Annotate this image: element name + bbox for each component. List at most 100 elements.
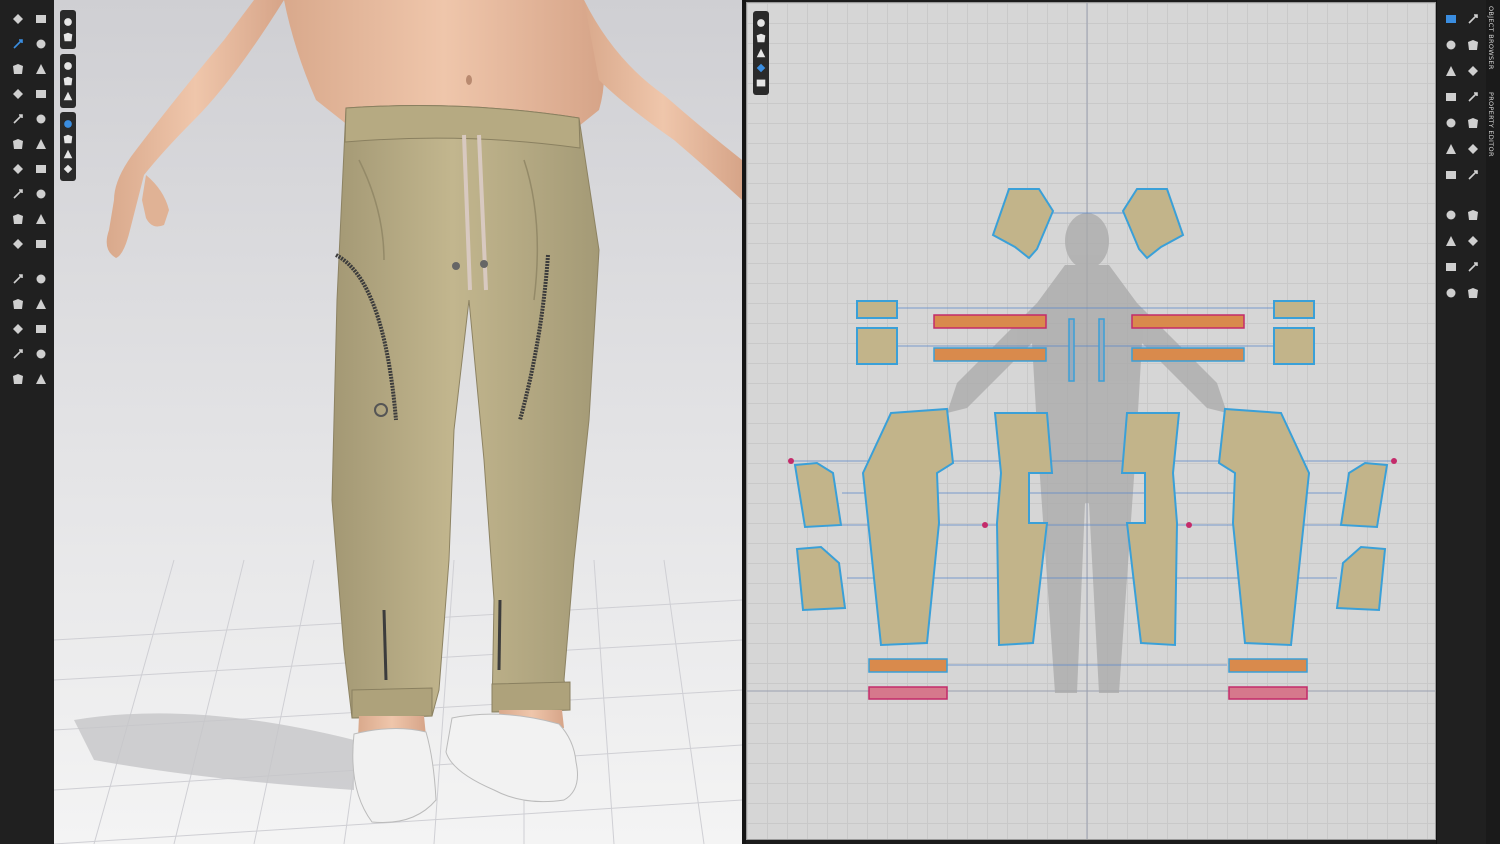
cuff-strip-4 [1228, 686, 1308, 700]
pattern-piece-back-leg-left [993, 412, 1054, 647]
avatar-right-arm [584, 0, 742, 200]
transform-icon[interactable] [9, 37, 27, 51]
seam-allowance-icon[interactable] [1442, 142, 1460, 156]
drawstring-piece-1 [1068, 318, 1075, 382]
pattern-piece-pocket-2 [1273, 327, 1315, 365]
eyedropper-icon[interactable] [32, 372, 50, 386]
pencil-icon[interactable] [9, 162, 27, 176]
select-edit-icon[interactable] [1442, 12, 1460, 26]
internal-polygon-icon[interactable] [1464, 90, 1482, 104]
2d-toolbar [753, 11, 769, 95]
3d-viewport[interactable] [54, 0, 742, 844]
pattern-piece-flap-right [1121, 188, 1185, 260]
2d-pattern-viewport[interactable] [746, 2, 1436, 840]
measure-icon[interactable] [9, 112, 27, 126]
camera-icon[interactable] [62, 16, 74, 28]
tuck-icon[interactable] [9, 212, 27, 226]
waistband-strip-3 [933, 347, 1047, 362]
button-icon[interactable] [32, 237, 50, 251]
brush-icon[interactable] [9, 347, 27, 361]
pattern-piece-back-leg-right [1120, 412, 1181, 647]
ruler-icon[interactable] [32, 347, 50, 361]
rectangle-icon[interactable] [1464, 64, 1482, 78]
free-sewing-icon[interactable] [1464, 208, 1482, 222]
shirt-icon[interactable] [755, 32, 767, 44]
avatar-icon[interactable] [9, 137, 27, 151]
polygon-icon[interactable] [1442, 64, 1460, 78]
sphere-icon[interactable] [62, 163, 74, 175]
layer-icon[interactable] [755, 77, 767, 89]
property-editor-tab[interactable]: PROPERTY EDITOR [1487, 92, 1495, 157]
pattern-piece-tab-1 [856, 300, 898, 319]
annotation-icon[interactable] [1464, 234, 1482, 248]
arrange-icon[interactable] [755, 17, 767, 29]
hem-zipper-right [497, 599, 502, 671]
sewing-icon[interactable] [9, 187, 27, 201]
pattern-check-icon[interactable] [1442, 286, 1460, 300]
garment-icon[interactable] [32, 137, 50, 151]
side-panel-tabs: OBJECT BROWSER PROPERTY EDITOR [1486, 0, 1500, 844]
pin-icon[interactable] [32, 37, 50, 51]
pattern-piece-front-leg-right [1217, 407, 1311, 647]
avatar-left-arm [106, 0, 285, 258]
texture-icon[interactable] [62, 118, 74, 130]
grading-icon[interactable] [1442, 260, 1460, 274]
pattern-piece-front-leg-left [861, 407, 955, 647]
3d-toolbar-low [60, 112, 76, 181]
object-browser-tab[interactable]: OBJECT BROWSER [1487, 6, 1495, 70]
3d-scene [54, 0, 742, 844]
right-shoe [445, 713, 578, 803]
tag-icon[interactable] [9, 372, 27, 386]
symmetry-icon[interactable] [1464, 168, 1482, 182]
info-icon[interactable] [755, 47, 767, 59]
sticker-icon[interactable] [32, 322, 50, 336]
sun-icon[interactable] [62, 148, 74, 160]
gizmo-icon[interactable] [32, 87, 50, 101]
3d-toolbar-mid [60, 54, 76, 108]
move-icon[interactable] [9, 12, 27, 26]
dart-icon[interactable] [1442, 116, 1460, 130]
avatar-pose-icon[interactable] [32, 12, 50, 26]
drawstring-piece-2 [1098, 318, 1105, 382]
fabric-icon[interactable] [9, 237, 27, 251]
circle-icon[interactable] [1442, 90, 1460, 104]
buttonhole-icon[interactable] [9, 272, 27, 286]
magnet-icon[interactable] [755, 62, 767, 74]
wireframe-icon[interactable] [62, 133, 74, 145]
left-toolbar [0, 0, 55, 844]
waistband-strip-2 [1131, 314, 1245, 329]
pleat-icon[interactable] [1464, 142, 1482, 156]
select-mesh-icon[interactable] [9, 87, 27, 101]
cuff-strip-3 [868, 686, 948, 700]
seam-icon[interactable] [32, 162, 50, 176]
light-icon[interactable] [62, 31, 74, 43]
pattern-piece-pocket-1 [856, 327, 898, 365]
right-toolbar [1436, 0, 1487, 844]
fold-icon[interactable] [9, 62, 27, 76]
text-icon[interactable] [1442, 234, 1460, 248]
edit-point-icon[interactable] [1442, 38, 1460, 52]
segment-sewing-icon[interactable] [1442, 208, 1460, 222]
pin-box-icon[interactable] [32, 62, 50, 76]
pattern-canvas [747, 3, 1435, 839]
puckering-icon[interactable] [32, 297, 50, 311]
topstitch-icon[interactable] [9, 297, 27, 311]
left-shoe [352, 727, 437, 824]
zipper-icon[interactable] [32, 272, 50, 286]
shirt-icon[interactable] [62, 60, 74, 72]
sewing-check-icon[interactable] [1464, 286, 1482, 300]
pattern-piece-side-pocket-2 [795, 545, 847, 612]
hem-zipper-left [382, 609, 388, 681]
tape-icon[interactable] [32, 112, 50, 126]
trim-icon[interactable] [9, 322, 27, 336]
hanger-icon[interactable] [62, 75, 74, 87]
notch-icon[interactable] [1442, 168, 1460, 182]
elastic-icon[interactable] [32, 187, 50, 201]
curve-point-icon[interactable] [1464, 38, 1482, 52]
texture-edit-icon[interactable] [1464, 260, 1482, 274]
transform-pattern-icon[interactable] [1464, 12, 1482, 26]
trace-icon[interactable] [1464, 116, 1482, 130]
avatar-toggle-icon[interactable] [62, 90, 74, 102]
avatar-shadow [74, 713, 354, 790]
edit-sewing-icon[interactable] [32, 212, 50, 226]
